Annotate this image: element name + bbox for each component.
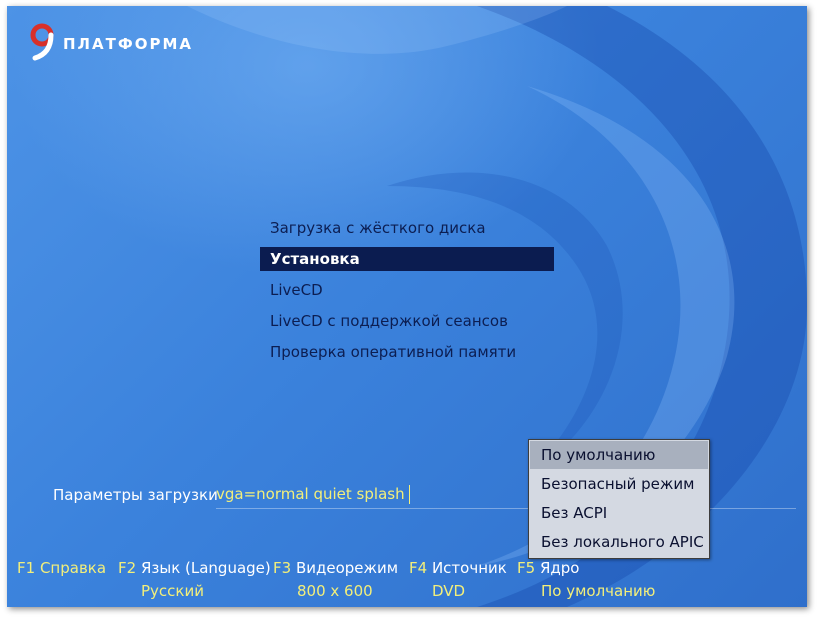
fkey-f4-label: Источник	[431, 559, 507, 577]
kernel-options-popup: По умолчанию Безопасный режим Без ACPI Б…	[528, 439, 710, 559]
popup-item-safe-mode[interactable]: Безопасный режим	[530, 470, 708, 498]
fkey-f5-value: По умолчанию	[541, 582, 656, 600]
fkey-f3-video-mode[interactable]: F3 Видеорежим	[273, 559, 398, 577]
boot-params-value: vga=normal quiet splash	[216, 485, 405, 503]
fkey-f2-key: F2	[118, 559, 137, 577]
fkey-f2-label: Язык (Language)	[140, 559, 271, 577]
menu-item-hard-disk[interactable]: Загрузка с жёсткого диска	[260, 216, 554, 240]
fkey-f3-value: 800 x 600	[297, 582, 373, 600]
menu-item-memtest[interactable]: Проверка оперативной памяти	[260, 340, 554, 364]
fkey-f1-label: Справка	[39, 559, 107, 577]
menu-item-install[interactable]: Установка	[260, 247, 554, 271]
logo-text: ПЛАТФОРМА	[63, 35, 194, 53]
fkey-f1-help[interactable]: F1 Справка	[17, 559, 106, 577]
boot-params-input[interactable]: vga=normal quiet splash	[216, 485, 410, 504]
popup-item-no-local-apic[interactable]: Без локального APIC	[530, 528, 708, 556]
fkey-f4-key: F4	[409, 559, 428, 577]
fkey-f2-value: Русский	[141, 582, 204, 600]
function-key-bar: F1 Справка F2 Язык (Language) Русский F3…	[17, 559, 807, 603]
fkey-f5-kernel[interactable]: F5 Ядро	[517, 559, 579, 577]
fkey-f3-label: Видеорежим	[295, 559, 399, 577]
text-cursor	[408, 485, 410, 504]
popup-item-default[interactable]: По умолчанию	[530, 441, 708, 469]
menu-item-livecd[interactable]: LiveCD	[260, 278, 554, 302]
boot-menu: Загрузка с жёсткого диска Установка Live…	[260, 216, 554, 371]
boot-screen: ПЛАТФОРМА Загрузка с жёсткого диска Уста…	[7, 6, 807, 607]
popup-item-no-acpi[interactable]: Без ACPI	[530, 499, 708, 527]
fkey-f1-key: F1	[17, 559, 36, 577]
boot-params-label: Параметры загрузки	[53, 486, 218, 504]
fkey-f5-key: F5	[517, 559, 536, 577]
fkey-f5-label: Ядро	[539, 559, 580, 577]
fkey-f2-language[interactable]: F2 Язык (Language)	[118, 559, 271, 577]
fkey-f4-source[interactable]: F4 Источник	[409, 559, 507, 577]
fkey-f3-key: F3	[273, 559, 292, 577]
logo-nine-icon	[30, 23, 54, 61]
menu-item-livecd-sessions[interactable]: LiveCD с поддержкой сеансов	[260, 309, 554, 333]
fkey-f4-value: DVD	[432, 582, 466, 600]
